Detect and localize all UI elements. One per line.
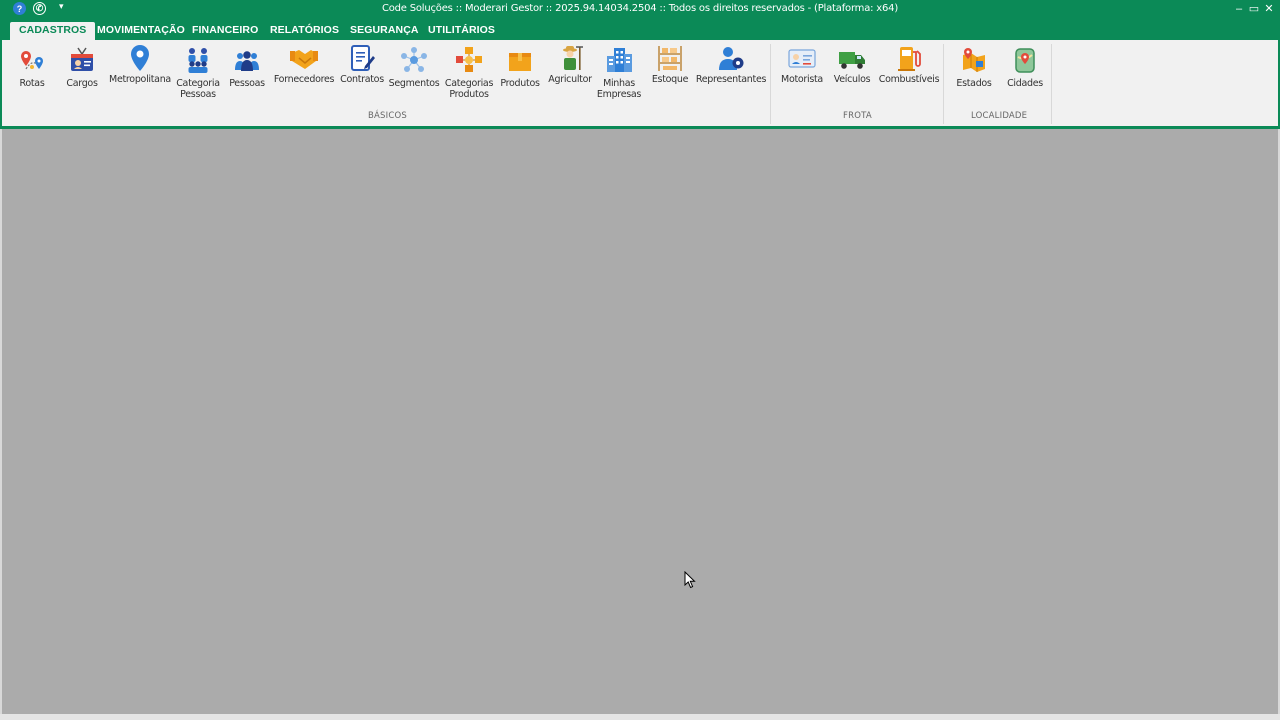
segmentos-button[interactable]: Segmentos — [388, 44, 440, 89]
boxes-hub-icon — [454, 44, 484, 76]
pessoas-label: Pessoas — [229, 78, 265, 89]
group-separator — [1051, 44, 1052, 124]
network-nodes-icon — [399, 44, 429, 76]
group-frota-label: FROTA — [843, 111, 872, 121]
cidades-label: Cidades — [1007, 78, 1043, 89]
driver-license-icon — [787, 44, 817, 72]
categoria-pessoas-button[interactable]: Categoria Pessoas — [174, 44, 222, 100]
id-badge-icon — [67, 44, 97, 76]
handshake-icon — [289, 44, 319, 72]
agricultor-label: Agricultor — [548, 74, 592, 85]
produtos-label: Produtos — [500, 78, 540, 89]
route-pins-icon — [17, 44, 47, 76]
categorias-produtos-button[interactable]: Categorias Produtos — [444, 44, 494, 100]
tab-seguranca[interactable]: SEGURANÇA — [341, 22, 428, 40]
map-pin-icon — [125, 44, 155, 72]
close-button[interactable]: ✕ — [1262, 2, 1276, 16]
representantes-label: Representantes — [695, 74, 767, 85]
state-map-icon — [959, 44, 989, 76]
contratos-button[interactable]: Contratos — [339, 44, 385, 85]
minhas-empresas-button[interactable]: Minhas Empresas — [596, 44, 642, 100]
title-bar: ? ✆ ▾ Code Soluções :: Moderari Gestor :… — [0, 0, 1280, 20]
estados-label: Estados — [956, 78, 992, 89]
representative-icon — [716, 44, 746, 72]
minimize-button[interactable]: – — [1232, 2, 1246, 16]
people-icon — [232, 44, 262, 76]
veiculos-label: Veículos — [833, 74, 871, 85]
agricultor-button[interactable]: Agricultor — [546, 44, 594, 85]
tab-utilitarios[interactable]: UTILITÁRIOS — [419, 22, 504, 40]
group-basicos-label: BÁSICOS — [368, 111, 407, 121]
representantes-button[interactable]: Representantes — [696, 44, 766, 85]
metropolitana-button[interactable]: Metropolitana — [108, 44, 172, 85]
contratos-label: Contratos — [340, 74, 384, 85]
motorista-label: Motorista — [781, 74, 823, 85]
ribbon-tabs: CADASTROS MOVIMENTAÇÃO FINANCEIRO RELATÓ… — [0, 20, 1280, 40]
buildings-icon — [604, 44, 634, 76]
farmer-icon — [555, 44, 585, 72]
truck-icon — [837, 44, 867, 72]
segmentos-label: Segmentos — [388, 78, 440, 89]
window-title: Code Soluções :: Moderari Gestor :: 2025… — [381, 3, 899, 14]
categorias-produtos-label: Categorias Produtos — [444, 78, 494, 100]
rotas-label: Rotas — [19, 78, 45, 89]
maximize-button[interactable]: ▭ — [1247, 2, 1261, 16]
produtos-button[interactable]: Produtos — [498, 44, 542, 89]
estoque-button[interactable]: Estoque — [648, 44, 692, 85]
pessoas-button[interactable]: Pessoas — [228, 44, 266, 89]
rotas-button[interactable]: Rotas — [12, 44, 52, 89]
mdi-workspace[interactable] — [0, 129, 1280, 714]
city-map-icon — [1010, 44, 1040, 76]
group-separator — [943, 44, 944, 124]
categoria-pessoas-label: Categoria Pessoas — [176, 78, 220, 100]
shelves-icon — [655, 44, 685, 72]
fuel-pump-icon — [894, 44, 924, 72]
estados-button[interactable]: Estados — [952, 44, 996, 89]
metropolitana-label: Metropolitana — [109, 74, 171, 85]
estoque-label: Estoque — [651, 74, 689, 85]
group-localidade-label: LOCALIDADE — [971, 111, 1028, 121]
status-bar — [0, 714, 1280, 720]
tab-movimentacao[interactable]: MOVIMENTAÇÃO — [88, 22, 194, 40]
motorista-button[interactable]: Motorista — [778, 44, 826, 85]
cargos-button[interactable]: Cargos — [62, 44, 102, 89]
box-icon — [505, 44, 535, 76]
combustiveis-label: Combustíveis — [878, 74, 940, 85]
veiculos-button[interactable]: Veículos — [830, 44, 874, 85]
people-group-icon — [183, 44, 213, 76]
tab-cadastros[interactable]: CADASTROS — [10, 22, 96, 40]
minhas-empresas-label: Minhas Empresas — [596, 78, 642, 100]
combustiveis-button[interactable]: Combustíveis — [878, 44, 940, 85]
contract-pen-icon — [347, 44, 377, 72]
mouse-cursor-icon — [684, 570, 696, 594]
cidades-button[interactable]: Cidades — [1003, 44, 1047, 89]
tab-financeiro[interactable]: FINANCEIRO — [183, 22, 267, 40]
group-separator — [770, 44, 771, 124]
fornecedores-label: Fornecedores — [273, 74, 335, 85]
ribbon-panel: Rotas Cargos Metropolitana Categoria Pes… — [0, 40, 1280, 129]
cargos-label: Cargos — [66, 78, 98, 89]
tab-relatorios[interactable]: RELATÓRIOS — [261, 22, 348, 40]
fornecedores-button[interactable]: Fornecedores — [274, 44, 334, 85]
